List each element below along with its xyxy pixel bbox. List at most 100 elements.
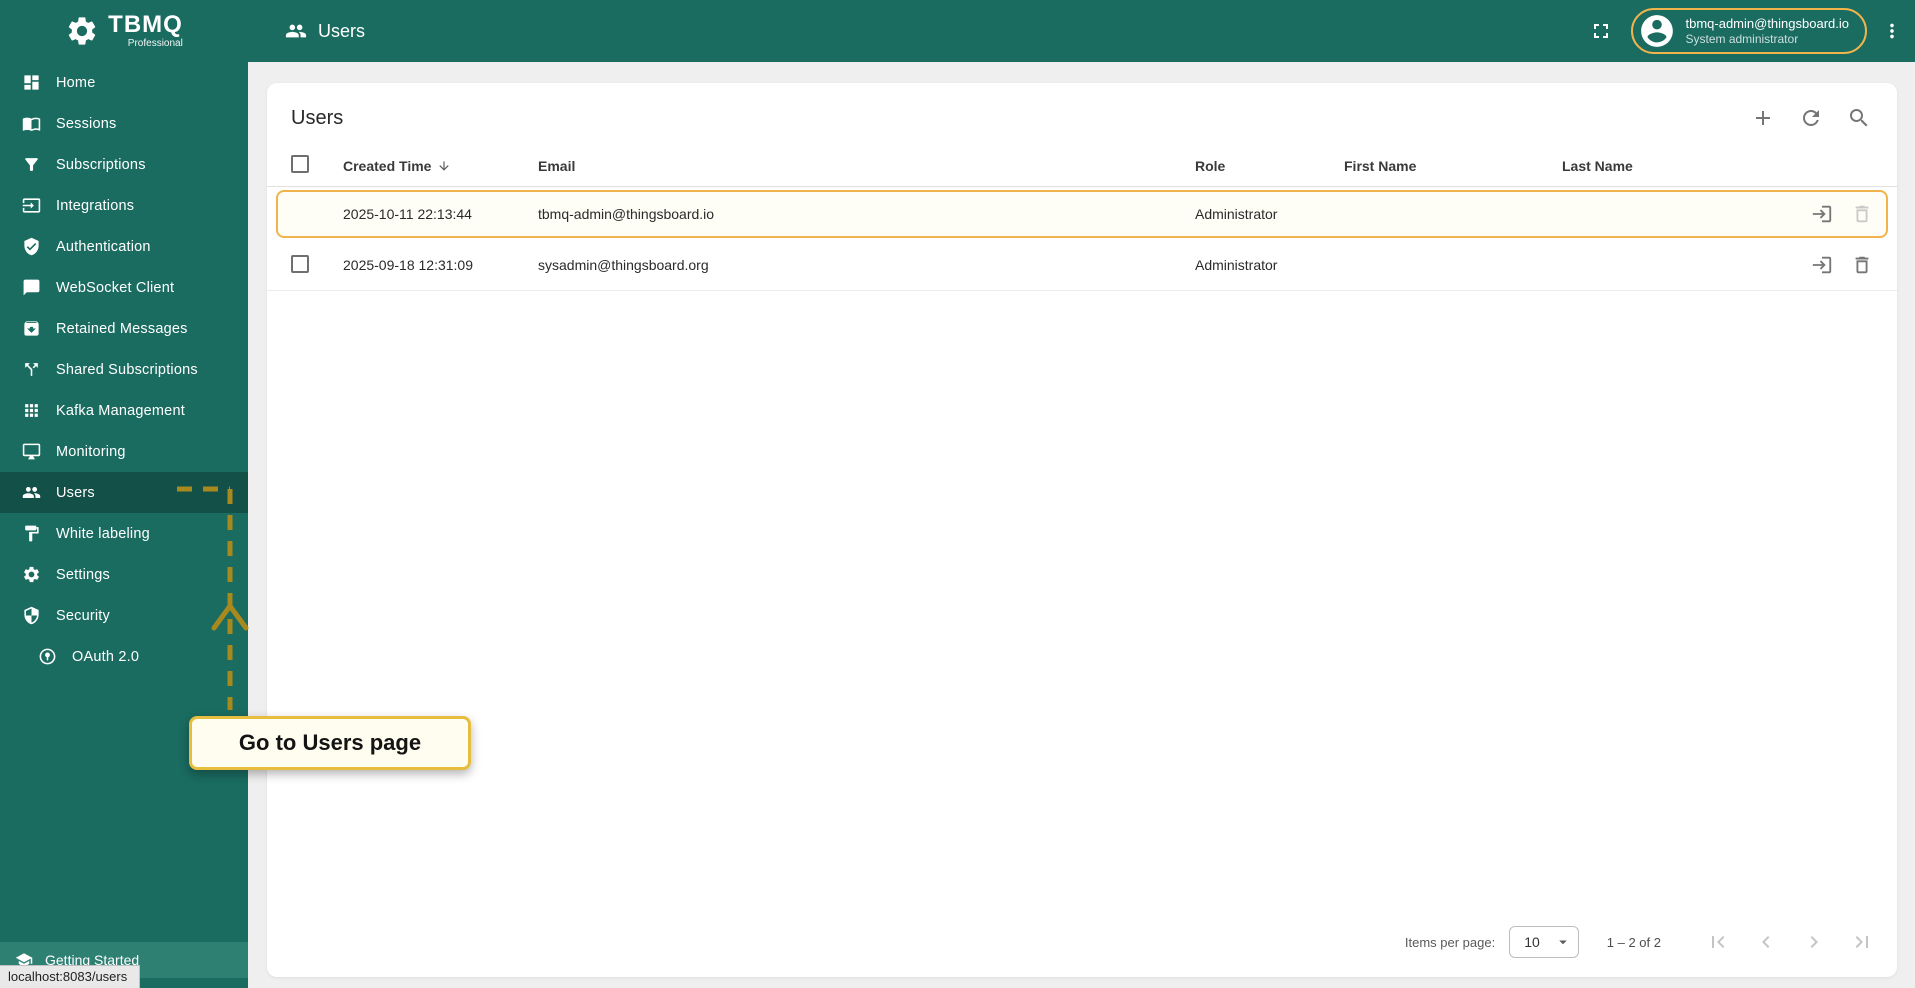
first-page-icon: [1712, 936, 1725, 948]
sidebar-item-label: Authentication: [56, 238, 151, 255]
cell-role: Administrator: [1195, 257, 1278, 273]
sidebar-item-label: OAuth 2.0: [72, 648, 140, 665]
sessions-icon: [22, 117, 41, 132]
sidebar-item-retained-messages[interactable]: Retained Messages: [0, 308, 248, 349]
sidebar-item-settings[interactable]: Settings: [0, 554, 248, 595]
search-button[interactable]: [1847, 106, 1871, 130]
table-row[interactable]: 2025-09-18 12:31:09 sysadmin@thingsboard…: [267, 240, 1897, 291]
table-row[interactable]: 2025-10-11 22:13:44 tbmq-admin@thingsboa…: [276, 190, 1888, 238]
first-page-button[interactable]: [1699, 923, 1737, 961]
column-header-created-time[interactable]: Created Time: [343, 158, 538, 174]
users-icon: [22, 486, 41, 499]
sidebar-item-label: Shared Subscriptions: [56, 361, 198, 378]
column-header-label: Created Time: [343, 157, 432, 174]
page-title-label: Users: [318, 20, 366, 41]
card-title: Users: [291, 106, 344, 129]
cell-created-time: 2025-10-11 22:13:44: [343, 206, 472, 222]
white-labeling-icon: [25, 525, 39, 542]
oauth-icon: [39, 648, 56, 665]
delete-user-button[interactable]: [1851, 254, 1873, 276]
sidebar-item-label: Sessions: [56, 115, 117, 132]
table-body: 2025-10-11 22:13:44 tbmq-admin@thingsboa…: [267, 187, 1897, 291]
previous-page-button[interactable]: [1747, 923, 1785, 961]
fullscreen-icon: [1594, 24, 1609, 38]
sidebar-item-security[interactable]: Security: [0, 595, 248, 636]
sidebar-item-label: Kafka Management: [56, 402, 185, 419]
sidebar-item-shared-subscriptions[interactable]: Shared Subscriptions: [0, 349, 248, 390]
login-icon: [1812, 205, 1832, 223]
more-vert-icon: [1890, 23, 1894, 39]
sidebar-item-subscriptions[interactable]: Subscriptions: [0, 144, 248, 185]
last-page-icon: [1855, 936, 1868, 948]
sidebar-item-kafka-management[interactable]: Kafka Management: [0, 390, 248, 431]
users-icon: [285, 24, 307, 38]
next-page-button[interactable]: [1795, 923, 1833, 961]
column-header-first-name[interactable]: First Name: [1344, 158, 1562, 174]
last-page-button[interactable]: [1843, 923, 1881, 961]
login-as-user-button[interactable]: [1811, 254, 1833, 276]
fullscreen-button[interactable]: [1589, 19, 1613, 43]
security-icon: [24, 606, 39, 625]
sidebar-item-websocket-client[interactable]: WebSocket Client: [0, 267, 248, 308]
sidebar-item-label: Subscriptions: [56, 156, 146, 173]
page-size-select[interactable]: 10: [1509, 926, 1579, 958]
top-bar: Users tbmq-admin@thingsboard.io System a…: [248, 0, 1915, 62]
table-header-row: Created Time Email Role First Name Last …: [267, 145, 1897, 187]
account-email: tbmq-admin@thingsboard.io: [1685, 15, 1849, 31]
chevron-right-icon: [1810, 936, 1818, 948]
column-header-email[interactable]: Email: [538, 158, 1195, 174]
status-url: localhost:8083/users: [8, 969, 128, 984]
sidebar-item-oauth[interactable]: OAuth 2.0: [0, 636, 248, 677]
cell-created-time: 2025-09-18 12:31:09: [343, 257, 473, 273]
sidebar-item-label: Settings: [56, 566, 110, 583]
annotation-tooltip: Go to Users page: [189, 716, 471, 770]
cell-role: Administrator: [1195, 206, 1278, 222]
account-menu[interactable]: tbmq-admin@thingsboard.io System adminis…: [1631, 8, 1867, 54]
app-logo[interactable]: TBMQ Professional: [0, 0, 248, 62]
login-as-user-button[interactable]: [1811, 203, 1833, 225]
authentication-icon: [24, 237, 39, 256]
delete-icon: [1855, 205, 1869, 223]
sidebar-item-label: Users: [56, 484, 95, 501]
search-icon: [1850, 109, 1868, 127]
add-icon: [1756, 111, 1770, 125]
sidebar-item-home[interactable]: Home: [0, 62, 248, 103]
sidebar-item-sessions[interactable]: Sessions: [0, 103, 248, 144]
items-per-page-label: Items per page:: [1404, 934, 1496, 950]
sidebar-item-label: Home: [56, 74, 96, 91]
kafka-management-icon: [25, 404, 38, 417]
sidebar-item-users[interactable]: Users: [0, 472, 248, 513]
sidebar-item-integrations[interactable]: Integrations: [0, 185, 248, 226]
page-title: Users: [285, 20, 365, 42]
refresh-button[interactable]: [1799, 106, 1823, 130]
home-icon: [24, 75, 39, 90]
main-content: Users Created Time Email Role First Name…: [248, 62, 1915, 988]
sidebar-item-monitoring[interactable]: Monitoring: [0, 431, 248, 472]
column-header-role[interactable]: Role: [1195, 158, 1344, 174]
browser-status-bar: localhost:8083/users: [0, 965, 141, 988]
column-header-last-name[interactable]: Last Name: [1562, 158, 1785, 174]
sidebar-item-label: Retained Messages: [56, 320, 188, 337]
row-checkbox[interactable]: [291, 254, 309, 273]
sidebar-item-label: WebSocket Client: [56, 279, 175, 296]
add-user-button[interactable]: [1751, 106, 1775, 130]
sidebar-item-authentication[interactable]: Authentication: [0, 226, 248, 267]
users-table-card: Users Created Time Email Role First Name…: [267, 83, 1897, 977]
delete-icon: [1855, 256, 1869, 274]
integrations-icon: [22, 198, 41, 213]
more-menu-button[interactable]: [1881, 20, 1903, 42]
retained-messages-icon: [24, 321, 39, 336]
page-size-value: 10: [1524, 934, 1540, 950]
app-edition: Professional: [127, 38, 183, 49]
chevron-left-icon: [1762, 936, 1770, 948]
select-all-checkbox[interactable]: [291, 155, 309, 173]
sidebar: TBMQ Professional Home Sessions Subscrip…: [0, 0, 248, 988]
cell-email: tbmq-admin@thingsboard.io: [538, 206, 715, 222]
sidebar-item-label: Monitoring: [56, 443, 126, 460]
sidebar-item-white-labeling[interactable]: White labeling: [0, 513, 248, 554]
paginator: Items per page: 10 1 – 2 of 2: [267, 913, 1897, 977]
monitoring-icon: [22, 443, 41, 460]
annotation-tooltip-label: Go to Users page: [238, 730, 422, 755]
account-role: System administrator: [1685, 31, 1799, 46]
sidebar-item-label: White labeling: [56, 525, 150, 542]
